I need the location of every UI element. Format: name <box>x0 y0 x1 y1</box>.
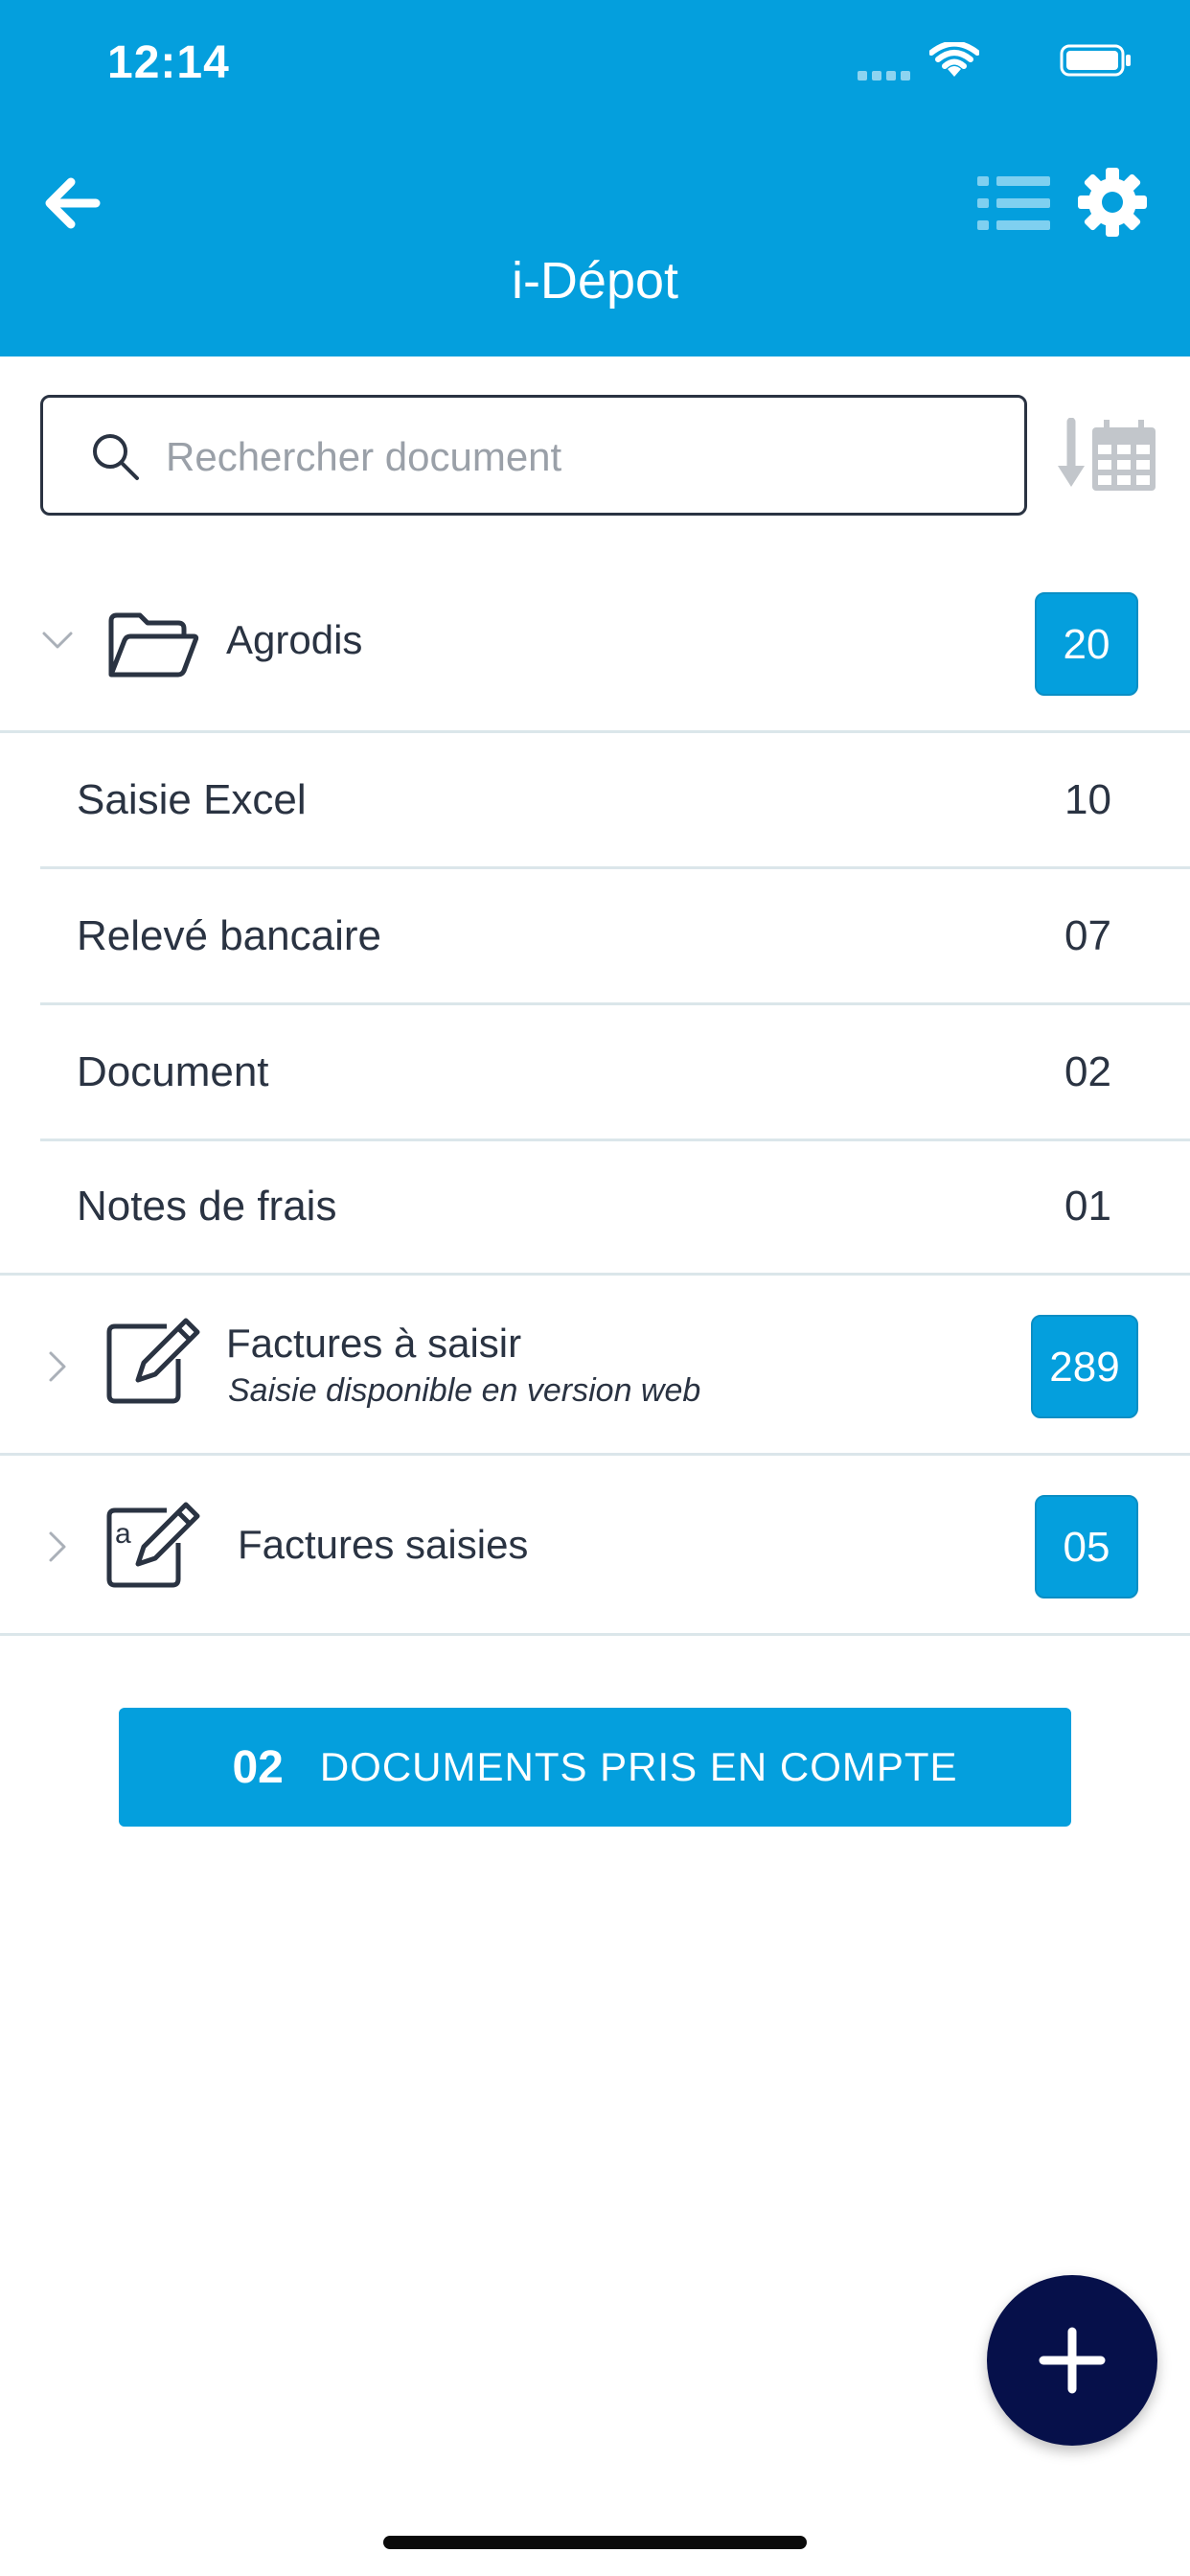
list-item-label: Document <box>77 1048 269 1095</box>
arrow-left-icon[interactable] <box>38 169 107 238</box>
add-document-button[interactable] <box>987 2275 1157 2446</box>
sort-date-icon[interactable] <box>1054 418 1159 494</box>
search-placeholder: Rechercher document <box>166 434 562 479</box>
edit-a-icon: a <box>106 1502 200 1588</box>
list-item[interactable]: Document 02 <box>0 1006 1190 1140</box>
battery-icon <box>1060 44 1131 77</box>
cta-label: DOCUMENTS PRIS EN COMPTE <box>319 1744 958 1789</box>
factures-a-saisir-label: Factures à saisir <box>226 1321 522 1366</box>
list-item-label: Saisie Excel <box>77 776 307 823</box>
list-item[interactable]: Saisie Excel 10 <box>0 734 1190 868</box>
divider <box>0 1633 1190 1636</box>
search-input[interactable]: Rechercher document <box>40 395 1027 516</box>
factures-saisies-label: Factures saisies <box>238 1522 529 1567</box>
plus-icon <box>1039 2327 1106 2394</box>
wifi-icon <box>929 42 979 77</box>
cta-count: 02 <box>232 1741 284 1793</box>
divider <box>0 1453 1190 1456</box>
list-item-label: Notes de frais <box>77 1183 337 1230</box>
factures-saisies-badge: 05 <box>1035 1495 1138 1598</box>
chevron-right-icon <box>49 1531 66 1562</box>
factures-a-saisir-badge: 289 <box>1031 1315 1138 1418</box>
divider <box>40 866 1190 869</box>
screen: 12:14 i-Dépot Rechercher document Agrodi… <box>0 0 1190 2576</box>
folder-name: Agrodis <box>226 617 363 662</box>
list-item[interactable]: Relevé bancaire 07 <box>0 870 1190 1004</box>
divider <box>40 1138 1190 1141</box>
documents-pris-en-compte-button[interactable]: 02 DOCUMENTS PRIS EN COMPTE <box>119 1708 1071 1827</box>
signal-icon <box>853 71 910 80</box>
folder-open-icon <box>108 612 199 678</box>
list-item-count: 01 <box>1064 1183 1111 1230</box>
status-time: 12:14 <box>107 37 230 88</box>
folder-count-badge: 20 <box>1035 592 1138 696</box>
list-icon[interactable] <box>977 172 1050 234</box>
chevron-down-icon <box>42 632 73 649</box>
list-item-label: Relevé bancaire <box>77 912 381 959</box>
edit-icon <box>106 1318 200 1404</box>
svg-text:a: a <box>115 1518 131 1550</box>
list-item-count: 02 <box>1064 1048 1111 1095</box>
status-icons <box>845 42 1133 86</box>
list-item-count: 07 <box>1064 912 1111 959</box>
gear-icon[interactable] <box>1077 167 1148 238</box>
divider <box>40 1002 1190 1005</box>
divider <box>0 730 1190 733</box>
home-indicator <box>383 2536 807 2549</box>
divider <box>0 1273 1190 1276</box>
app-header: 12:14 i-Dépot <box>0 0 1190 356</box>
list-item[interactable]: Notes de frais 01 <box>0 1142 1190 1275</box>
list-item-count: 10 <box>1064 776 1111 823</box>
search-icon <box>93 434 139 480</box>
chevron-right-icon <box>49 1351 66 1382</box>
page-title: i-Dépot <box>511 252 679 310</box>
factures-a-saisir-subtitle: Saisie disponible en version web <box>228 1372 701 1409</box>
